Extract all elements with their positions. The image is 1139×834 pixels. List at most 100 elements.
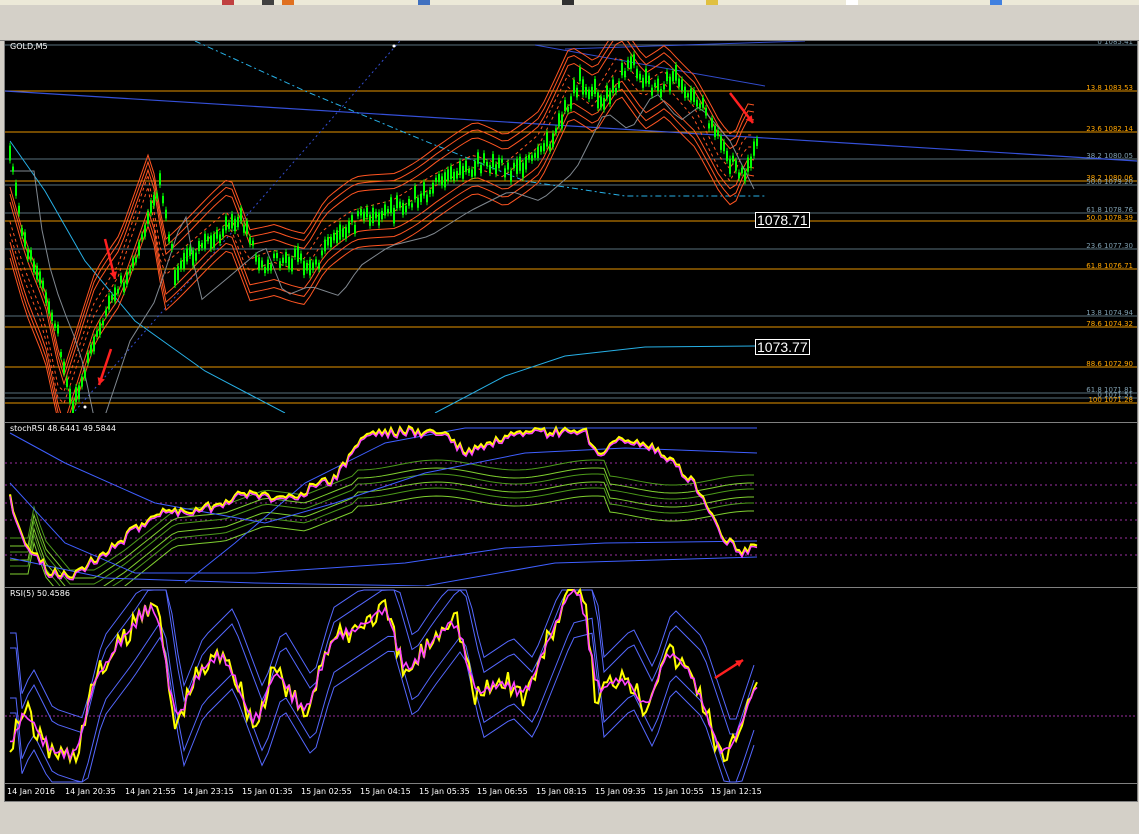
candle-body <box>105 309 107 316</box>
candle-body <box>336 230 338 243</box>
candle-body <box>12 166 14 172</box>
time-label: 15 Jan 06:55 <box>477 787 528 796</box>
candle-body <box>516 159 518 174</box>
candle-body <box>318 262 320 270</box>
candle-body <box>651 87 653 96</box>
price-pane[interactable]: GOLD,M5 0 1085.41 13.8 1083.53 23.6 1082.1… <box>5 41 1137 413</box>
candle-body <box>414 186 416 200</box>
candle-body <box>471 169 473 177</box>
stochrsi-chart[interactable] <box>5 423 1137 586</box>
candle-body <box>438 174 440 183</box>
candle-body <box>153 194 155 206</box>
candle-body <box>117 289 119 294</box>
candle-body <box>249 237 251 245</box>
candle-body <box>705 107 707 116</box>
candle-body <box>735 160 737 171</box>
toolbar-folder-icon[interactable] <box>706 0 718 5</box>
rsi-pane[interactable]: RSI(5) 50.4586 <box>5 587 1137 784</box>
candle-body <box>537 146 539 159</box>
candle-body <box>753 141 755 156</box>
candle-body <box>165 209 167 219</box>
candle-body <box>738 172 740 179</box>
candle-body <box>600 96 602 108</box>
candle-body <box>591 86 593 97</box>
toolbar-globe-icon[interactable] <box>990 0 1002 5</box>
candle-body <box>108 295 110 310</box>
candle-body <box>243 224 245 233</box>
candle-body <box>375 211 377 219</box>
candle-body <box>264 266 266 274</box>
candle-body <box>570 96 572 109</box>
candle-body <box>135 257 137 263</box>
candle-body <box>294 248 296 258</box>
candle-body <box>561 114 563 129</box>
chart-window[interactable]: GOLD,M5 0 1085.41 13.8 1083.53 23.6 1082.1… <box>4 40 1138 802</box>
candle-body <box>180 260 182 270</box>
bollinger-midline <box>9 69 754 405</box>
candle-body <box>606 85 608 99</box>
candle-body <box>54 323 56 328</box>
toolbar-terminal-icon[interactable] <box>562 0 574 5</box>
candle-body <box>669 76 671 92</box>
candle-body <box>675 64 677 81</box>
toolbar-window-icon[interactable] <box>418 0 430 5</box>
candle-body <box>111 295 113 300</box>
candle-body <box>519 156 521 171</box>
candle-body <box>309 259 311 276</box>
stochrsi-pane[interactable]: stochRSI 48.6441 49.5844 <box>5 422 1137 586</box>
candle-body <box>129 267 131 274</box>
candle-body <box>168 234 170 242</box>
toolbar-cursor-icon[interactable] <box>262 0 274 5</box>
candle-body <box>123 282 125 293</box>
candle-body <box>48 301 50 314</box>
candle-body <box>297 246 299 262</box>
price-box-lower: 1073.77 <box>755 339 810 355</box>
candle-body <box>126 272 128 285</box>
candle-body <box>363 211 365 221</box>
candle-body <box>420 193 422 203</box>
fib-level-label: 0 1085.41 <box>1097 41 1133 46</box>
candle-body <box>189 247 191 256</box>
candle-body <box>84 370 86 379</box>
candle-body <box>708 123 710 129</box>
toolbar-chart-icon[interactable] <box>222 0 234 5</box>
candle-body <box>291 258 293 272</box>
candle-body <box>654 82 656 87</box>
candle-body <box>207 236 209 242</box>
rsi-chart[interactable] <box>5 588 1137 784</box>
candle-body <box>744 171 746 182</box>
candle-body <box>384 204 386 216</box>
candle-body <box>657 78 659 91</box>
toolbar-blank-icon[interactable] <box>846 0 858 5</box>
candle-body <box>444 172 446 188</box>
candle-body <box>729 158 731 174</box>
fib-level-label: 61.8 1078.76 <box>1086 206 1133 214</box>
candle-body <box>231 213 233 229</box>
toolbar-alert-icon[interactable] <box>282 0 294 5</box>
candle-body <box>258 257 260 271</box>
candle-body <box>78 385 80 400</box>
candle-body <box>447 169 449 182</box>
fib-level-label: 50.0 1079.20 <box>1086 178 1133 186</box>
price-chart[interactable] <box>5 41 1137 413</box>
time-label: 14 Jan 21:55 <box>125 787 176 796</box>
candle-body <box>183 252 185 269</box>
candle-body <box>315 259 317 265</box>
candle-body <box>33 261 35 273</box>
candle-body <box>720 136 722 150</box>
candle-body <box>534 152 536 158</box>
candle-body <box>255 255 257 262</box>
candle-body <box>39 271 41 285</box>
candle-body <box>21 227 23 236</box>
fib-level-label: 78.6 1074.32 <box>1086 320 1133 328</box>
candle-body <box>588 89 590 100</box>
candle-body <box>276 253 278 259</box>
candle-body <box>408 198 410 206</box>
candle-body <box>474 161 476 176</box>
candle-body <box>15 182 17 196</box>
candle-body <box>216 229 218 239</box>
candle-body <box>354 224 356 234</box>
time-label: 15 Jan 05:35 <box>419 787 470 796</box>
candle-body <box>213 234 215 248</box>
candle-body <box>24 232 26 247</box>
